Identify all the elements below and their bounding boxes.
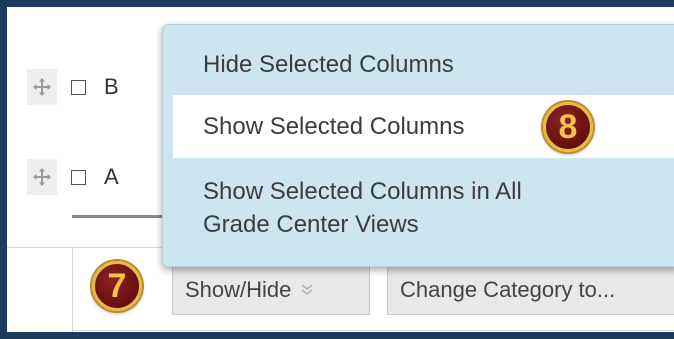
screenshot-frame: B A Show/Hide Change Category to... Hide… — [0, 0, 674, 339]
column-row: B — [27, 67, 119, 107]
move-handle-icon[interactable] — [27, 159, 57, 195]
row-checkbox[interactable] — [71, 169, 86, 185]
show-hide-dropdown-menu: Hide Selected Columns Show Selected Colu… — [162, 24, 674, 267]
row-label: A — [104, 164, 119, 189]
row-label: B — [104, 74, 119, 99]
toolbar-bottom-border — [72, 330, 674, 331]
menu-item-label: Show Selected Columns — [203, 113, 465, 140]
column-row: A — [27, 157, 119, 197]
chevron-down-icon — [299, 282, 315, 298]
toolbar-left-border — [72, 247, 73, 332]
show-hide-button[interactable]: Show/Hide — [172, 265, 370, 315]
menu-item-label-line1: Show Selected Columns in All — [203, 178, 522, 205]
change-category-button[interactable]: Change Category to... — [387, 265, 674, 315]
menu-item-hide-selected-columns[interactable]: Hide Selected Columns — [173, 48, 674, 81]
show-hide-label: Show/Hide — [185, 277, 292, 302]
menu-item-show-in-all-views[interactable]: Show Selected Columns in All Grade Cente… — [173, 175, 674, 241]
menu-item-show-selected-columns[interactable]: Show Selected Columns — [173, 95, 674, 158]
step-8-badge: 8 — [543, 102, 593, 152]
step-7-badge: 7 — [92, 261, 142, 311]
row-checkbox[interactable] — [71, 79, 86, 95]
move-handle-icon[interactable] — [27, 69, 57, 105]
menu-item-label-line2: Grade Center Views — [203, 211, 419, 238]
change-category-label: Change Category to... — [400, 277, 616, 302]
menu-item-label: Hide Selected Columns — [203, 51, 454, 78]
